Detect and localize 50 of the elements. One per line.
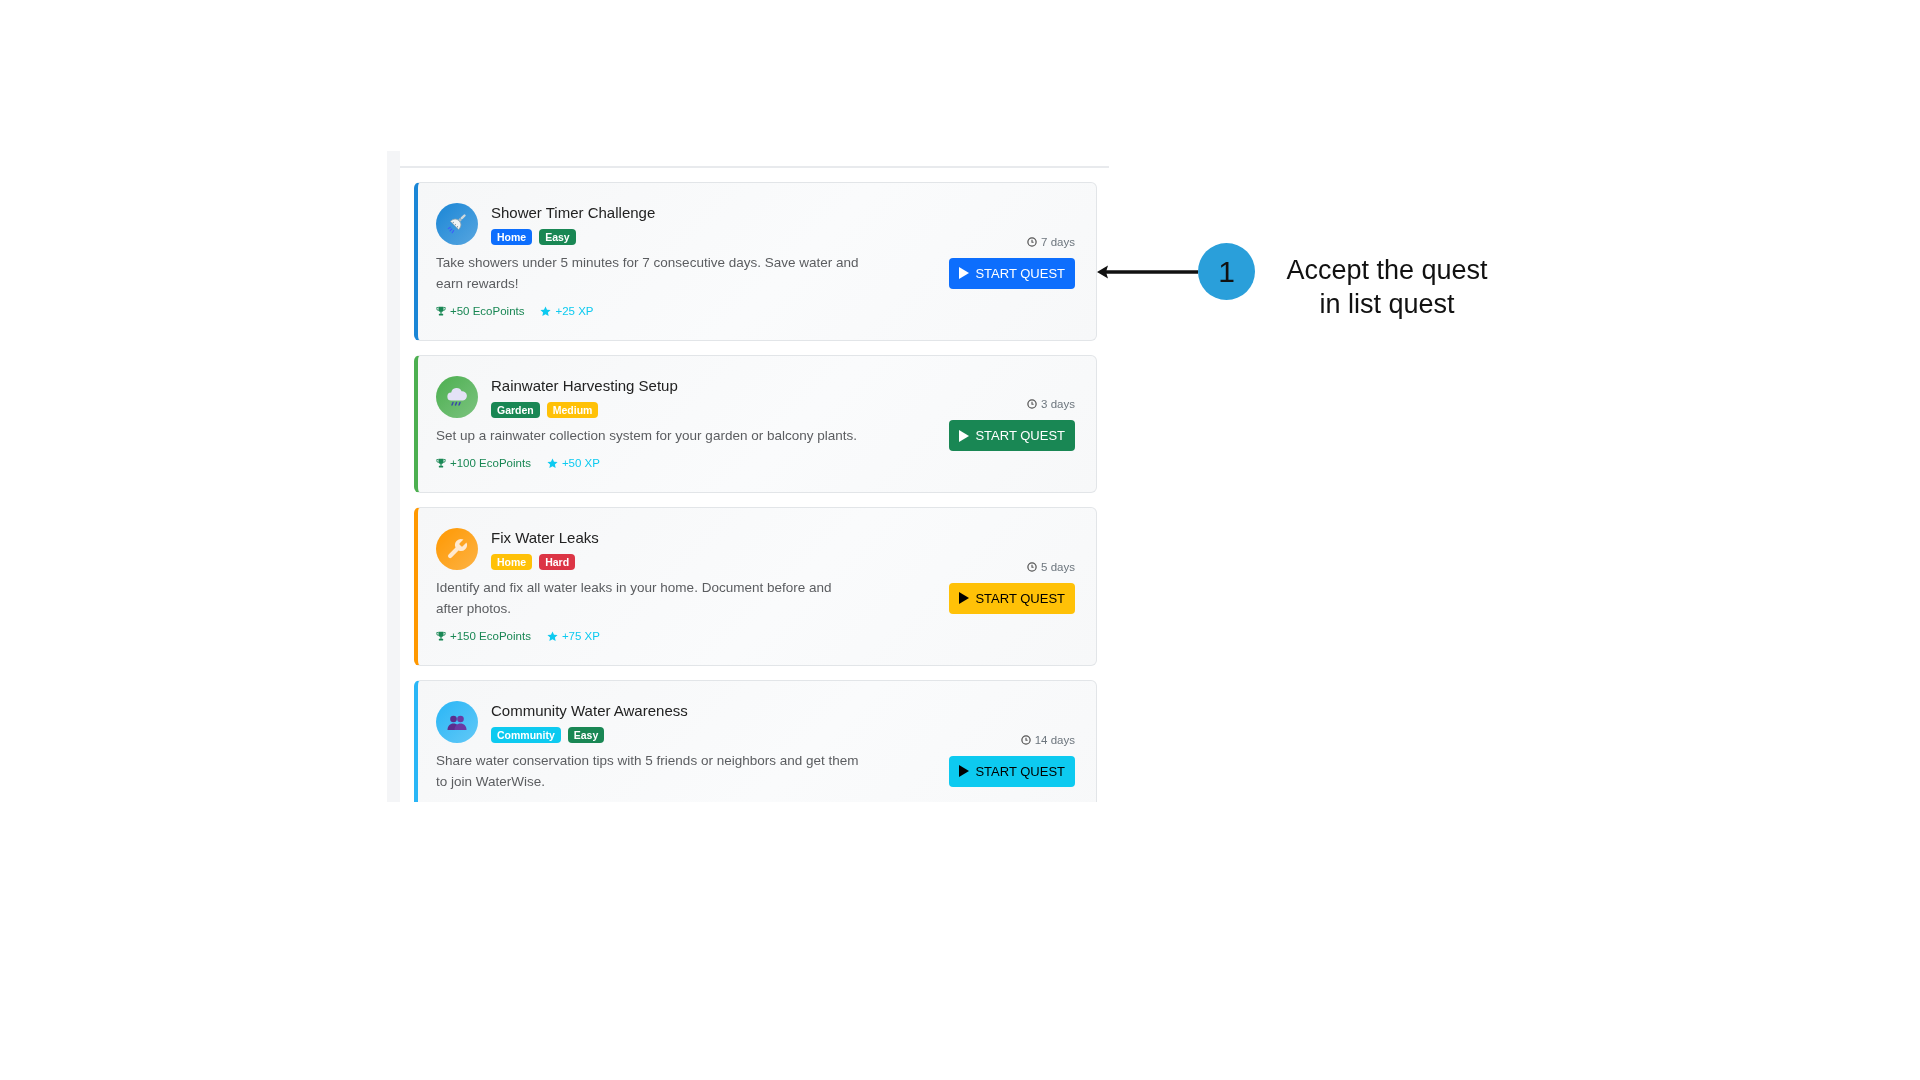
tag-label: Garden xyxy=(491,401,540,418)
callout-text: Accept the quest in list quest xyxy=(1285,254,1489,321)
play-icon xyxy=(959,429,970,442)
people-icon xyxy=(436,701,478,743)
quest-description: Set up a rainwater collection system for your garden or balcony plants. xyxy=(436,427,858,445)
clock-icon xyxy=(1020,734,1031,745)
quest-description: Share water conservation tips with 5 friends or neighbors and get them to join WaterWise. xyxy=(436,752,860,791)
rain-cloud-icon xyxy=(436,376,478,418)
trophy-icon xyxy=(436,458,446,468)
xp-reward: +50 XP xyxy=(561,456,600,471)
tag-label: Community xyxy=(491,726,561,743)
duration-text: 14 days xyxy=(1034,732,1075,748)
quest-description: Take showers under 5 minutes for 7 consecutive days. Save water and earn rewards! xyxy=(436,254,860,293)
tag-label: Hard xyxy=(539,553,576,570)
start-quest-button[interactable]: START QUEST xyxy=(949,420,1075,451)
tag-label: Easy xyxy=(567,726,605,743)
tag-label: Medium xyxy=(546,401,599,418)
step-number: 1 xyxy=(1198,243,1255,300)
trophy-icon xyxy=(436,631,446,641)
play-icon xyxy=(959,267,970,279)
points-reward: +100 EcoPoints xyxy=(450,456,531,471)
tag-label: Home xyxy=(491,553,533,570)
tag-label: Home xyxy=(491,228,533,245)
wrench-icon xyxy=(436,528,478,570)
quest-description: Identify and fix all water leaks in your home. Document before and after photos. xyxy=(436,579,833,618)
clock-icon xyxy=(1027,236,1038,247)
start-quest-button[interactable]: START QUEST xyxy=(949,257,1075,289)
xp-reward: +75 XP xyxy=(561,629,600,644)
start-quest-button[interactable]: START QUEST xyxy=(949,755,1075,787)
xp-reward: +25 XP xyxy=(555,304,594,319)
quest-title: Community Water Awareness xyxy=(491,701,688,720)
duration-text: 3 days xyxy=(1041,397,1075,412)
star-icon xyxy=(546,630,558,642)
duration-text: 7 days xyxy=(1041,234,1075,250)
trophy-icon xyxy=(436,306,446,316)
star-icon xyxy=(546,457,558,469)
clock-icon xyxy=(1027,399,1038,409)
start-quest-button[interactable]: START QUEST xyxy=(949,582,1075,614)
play-icon xyxy=(959,765,970,777)
duration-text: 5 days xyxy=(1041,559,1075,575)
tag-label: Easy xyxy=(539,228,576,245)
quest-title: Fix Water Leaks xyxy=(491,528,599,547)
points-reward: +50 EcoPoints xyxy=(450,304,525,319)
quest-title: Rainwater Harvesting Setup xyxy=(491,376,678,395)
points-reward: +150 EcoPoints xyxy=(450,629,531,644)
clock-icon xyxy=(1027,561,1038,572)
shower-head-icon xyxy=(436,203,478,245)
star-icon xyxy=(540,305,552,317)
quest-title: Shower Timer Challenge xyxy=(491,203,656,222)
play-icon xyxy=(959,592,970,604)
